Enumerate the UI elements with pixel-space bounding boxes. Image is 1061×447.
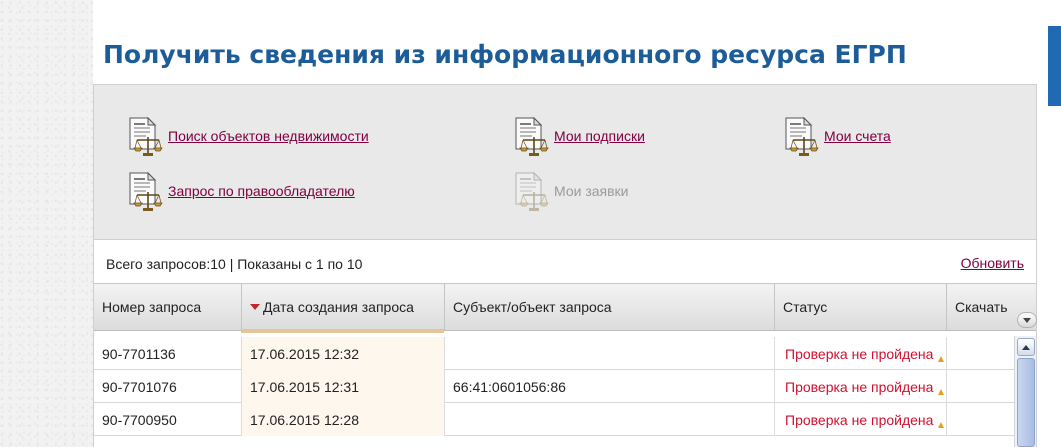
action-my-subscriptions[interactable]: Мои подписки	[510, 115, 645, 157]
document-scales-icon	[785, 116, 819, 156]
document-scales-icon	[515, 116, 549, 156]
cell-date: 17.06.2015 12:32	[242, 337, 445, 370]
cell-subject	[445, 337, 775, 370]
action-my-applications: Мои заявки	[510, 170, 628, 212]
table-row[interactable]: 90-7700950 17.06.2015 12:28 Проверка не …	[94, 403, 1014, 436]
cell-subject: 66:41:0601056:86	[445, 370, 775, 403]
action-label[interactable]: Поиск объектов недвижимости	[168, 128, 369, 144]
requests-grid: Всего запросов:10 | Показаны с 1 по 10 О…	[93, 240, 1037, 447]
document-scales-icon	[129, 116, 163, 156]
cell-date: 17.06.2015 12:31	[242, 370, 445, 403]
warning-icon	[938, 389, 944, 395]
column-header-date[interactable]: Дата создания запроса	[242, 284, 445, 330]
left-decorative-background	[0, 0, 93, 447]
sorted-column-indicator	[241, 329, 444, 333]
action-search-property[interactable]: Поиск объектов недвижимости	[124, 115, 369, 157]
sort-desc-icon	[250, 304, 260, 310]
action-label[interactable]: Запрос по правообладателю	[168, 183, 355, 199]
document-scales-icon	[129, 171, 163, 211]
column-header-subject[interactable]: Субъект/объект запроса	[445, 284, 775, 330]
action-my-invoices[interactable]: Мои счета	[780, 115, 891, 157]
chevron-up-icon	[1022, 344, 1030, 350]
column-header-number[interactable]: Номер запроса	[94, 284, 242, 330]
column-header-label: Дата создания запроса	[263, 299, 414, 315]
cell-download[interactable]	[947, 370, 1014, 403]
cell-number: 90-7700950	[94, 403, 242, 436]
cell-date: 17.06.2015 12:28	[242, 403, 445, 436]
vertical-scrollbar[interactable]	[1014, 336, 1036, 447]
status-text: Проверка не пройдена	[785, 345, 934, 362]
action-request-by-owner[interactable]: Запрос по правообладателю	[124, 170, 355, 212]
actions-panel: Поиск объектов недвижимости Мои подписки	[93, 84, 1037, 240]
grid-header: Номер запроса Дата создания запроса Субъ…	[94, 283, 1036, 331]
refresh-link[interactable]: Обновить	[961, 255, 1024, 271]
status-text: Проверка не пройдена	[785, 411, 934, 428]
cell-status: Проверка не пройдена	[775, 337, 947, 370]
right-accent-bar	[1048, 26, 1061, 106]
column-header-status[interactable]: Статус	[775, 284, 947, 330]
table-row[interactable]: 90-7701076 17.06.2015 12:31 66:41:060105…	[94, 370, 1014, 403]
cell-number: 90-7701136	[94, 337, 242, 370]
column-menu-button[interactable]	[1017, 312, 1037, 328]
cell-status: Проверка не пройдена	[775, 403, 947, 436]
warning-icon	[938, 356, 944, 362]
page-title: Получить сведения из информационного рес…	[103, 40, 907, 69]
column-header-label: Скачать	[955, 299, 1008, 315]
cell-download[interactable]	[947, 337, 1014, 370]
table-row[interactable]: 90-7701136 17.06.2015 12:32 Проверка не …	[94, 337, 1014, 370]
cell-status: Проверка не пройдена	[775, 370, 947, 403]
action-label[interactable]: Мои подписки	[554, 128, 645, 144]
column-header-label: Статус	[783, 299, 828, 315]
status-text: Проверка не пройдена	[785, 378, 934, 395]
action-label[interactable]: Мои счета	[824, 128, 891, 144]
chevron-down-icon	[1023, 317, 1031, 323]
cell-subject	[445, 403, 775, 436]
cell-number: 90-7701076	[94, 370, 242, 403]
scroll-up-button[interactable]	[1017, 338, 1035, 356]
grid-summary: Всего запросов:10 | Показаны с 1 по 10	[106, 256, 363, 272]
action-label: Мои заявки	[554, 183, 629, 199]
warning-icon	[938, 422, 944, 428]
cell-download[interactable]	[947, 403, 1014, 436]
scrollbar-thumb[interactable]	[1017, 358, 1035, 447]
document-scales-icon	[515, 171, 549, 211]
column-header-label: Субъект/объект запроса	[453, 299, 612, 315]
column-header-label: Номер запроса	[102, 299, 202, 315]
